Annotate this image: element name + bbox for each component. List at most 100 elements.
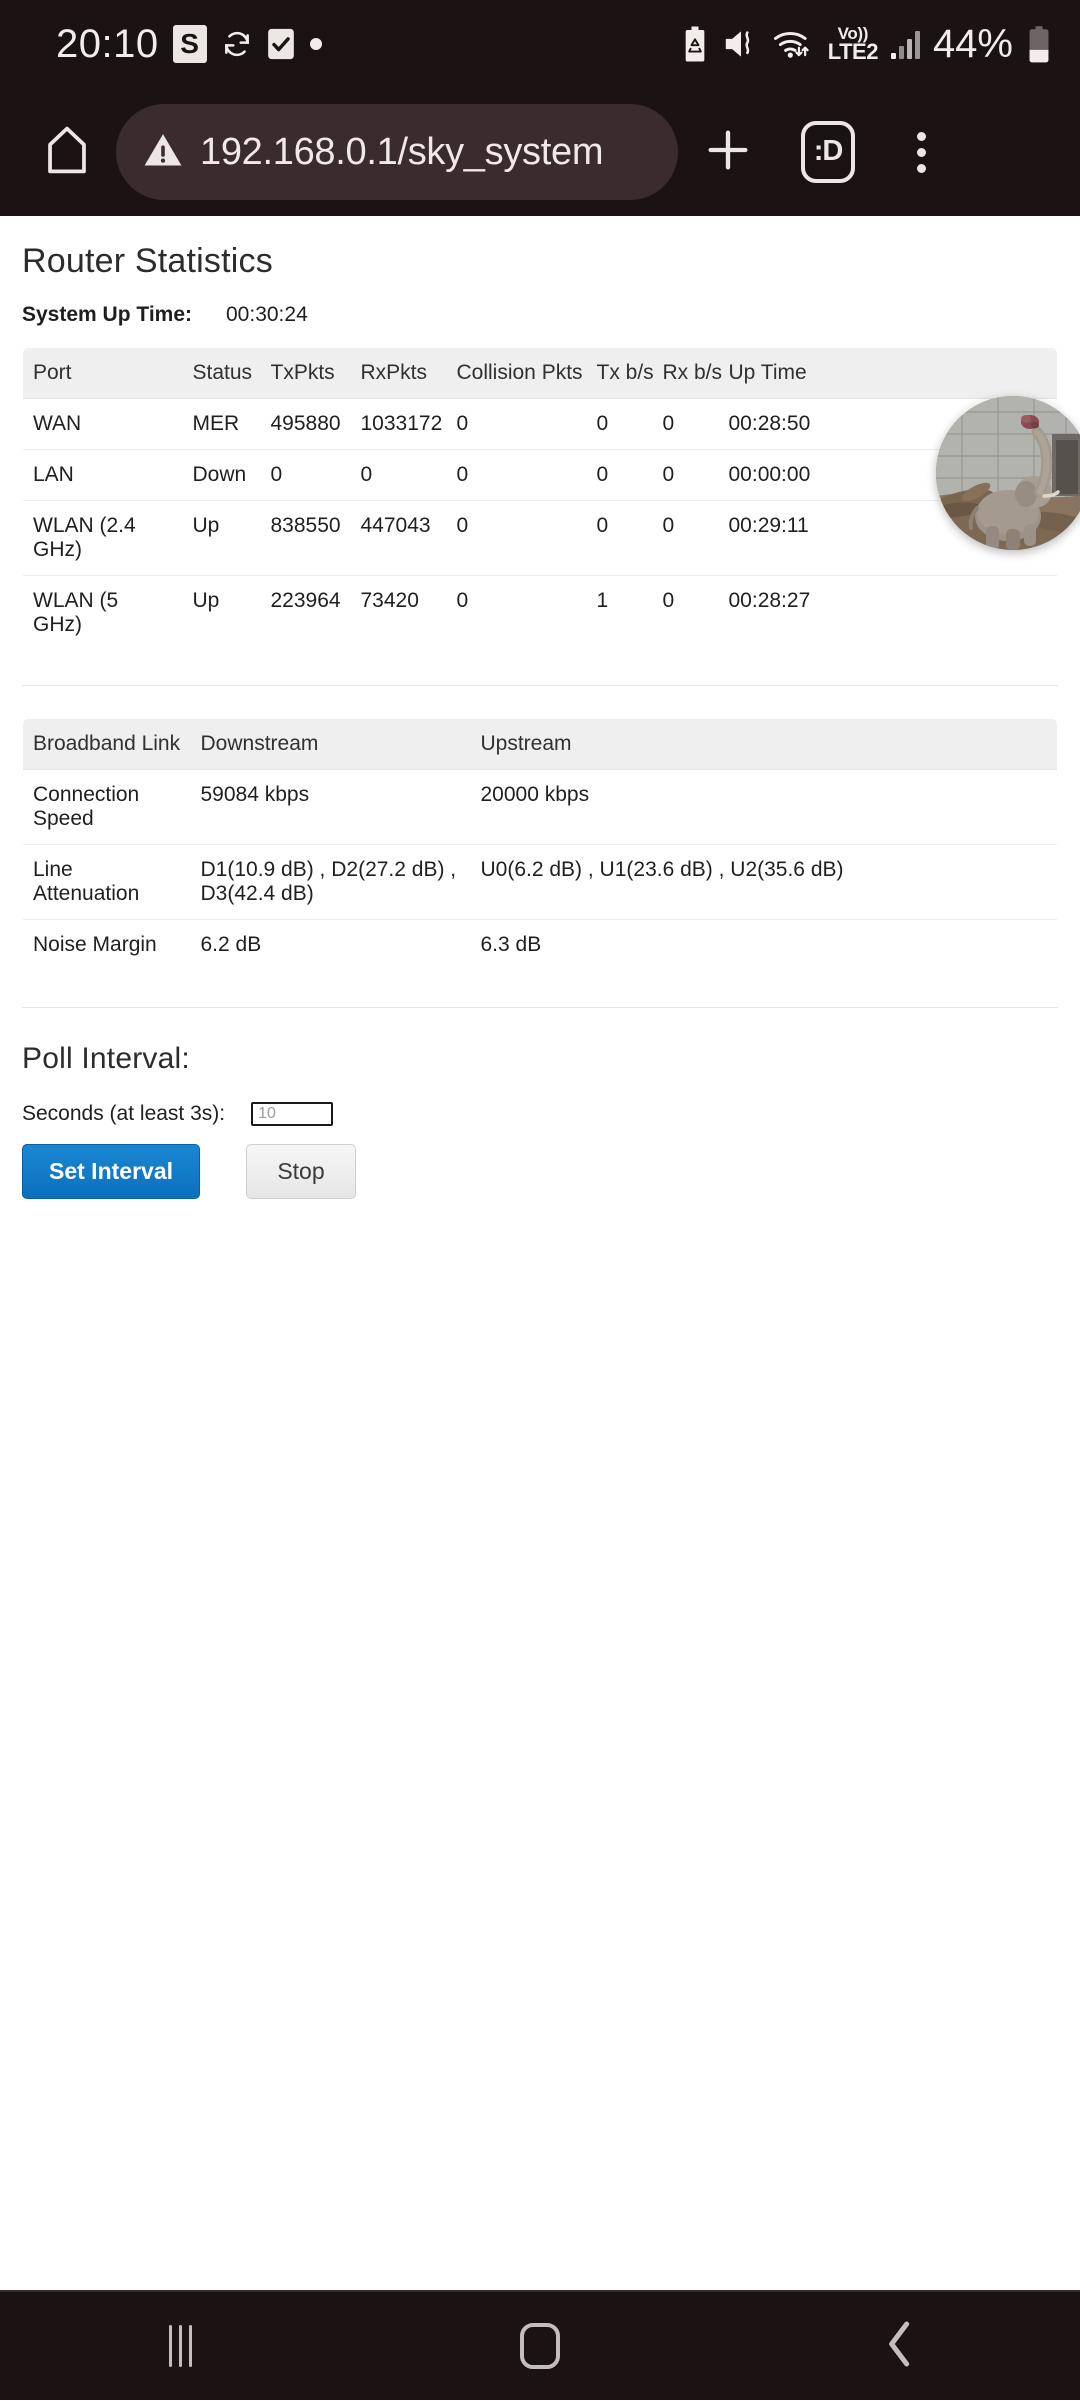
web-page-viewport: Router Statistics System Up Time: 00:30:…	[0, 216, 1080, 2290]
table-cell: 6.2 dB	[200, 933, 262, 956]
table-cell: 0	[586, 500, 653, 576]
system-uptime-value: 00:30:24	[226, 303, 308, 326]
table-row: Line Attenuation D1(10.9 dB) , D2(27.2 dB…	[23, 844, 1057, 920]
table-cell: 0	[652, 449, 719, 501]
home-icon	[43, 125, 91, 180]
table-cell: Line Attenuation	[23, 844, 191, 920]
table-cell: 6.3 dB	[480, 933, 542, 956]
new-tab-button[interactable]	[678, 109, 778, 195]
table-cell: 0	[350, 449, 447, 501]
home-square-icon	[520, 2323, 560, 2369]
battery-icon	[1026, 25, 1052, 63]
table-cell: LAN	[23, 449, 183, 501]
status-clock: 20:10	[56, 22, 159, 66]
poll-seconds-label: Seconds (at least 3s):	[22, 1102, 226, 1125]
url-bar[interactable]: 192.168.0.1/sky_system	[116, 104, 678, 200]
table-cell: 0	[652, 500, 719, 576]
table-cell: WLAN (2.4 GHz)	[23, 500, 183, 576]
table-cell: Connection Speed	[23, 769, 191, 845]
tab-count-label: :D	[801, 121, 855, 183]
page-title: Router Statistics	[22, 242, 273, 280]
more-vertical-icon	[916, 131, 926, 173]
table-cell: 0	[446, 500, 587, 576]
battery-recycle-icon	[681, 25, 709, 63]
port-statistics-table: Port Status TxPkts RxPkts Collision Pkts Tx b…	[22, 347, 1058, 651]
table-cell: 1033172	[350, 398, 447, 450]
system-uptime-label: System Up Time:	[22, 303, 192, 326]
browser-menu-button[interactable]	[878, 109, 964, 195]
table-cell: Up	[182, 500, 261, 576]
table-cell: Up	[192, 589, 220, 612]
column-header: Downstream	[190, 719, 471, 770]
poll-interval-title: Poll Interval:	[22, 1042, 190, 1075]
home-button-nav[interactable]	[360, 2291, 720, 2401]
set-interval-button[interactable]: Set Interval	[22, 1144, 200, 1199]
table-cell: 495880	[260, 398, 351, 450]
status-bar: 20:10 S Vo)) LTE2 44%	[0, 0, 1080, 88]
table-row: LAN Down 0 0 0 0 0 00:00:00	[23, 449, 1057, 501]
status-bar-right: Vo)) LTE2 44%	[681, 24, 1052, 64]
column-header: Up Time	[718, 348, 1057, 399]
column-header: TxPkts	[260, 348, 351, 399]
url-text[interactable]: 192.168.0.1/sky_system	[200, 131, 603, 174]
system-uptime-row: System Up Time: 00:30:24	[22, 303, 1058, 327]
table-cell: Down	[182, 449, 261, 501]
signal-strength-icon	[890, 29, 920, 59]
table-row: Connection Speed 59084 kbps 20000 kbps	[23, 769, 1057, 845]
home-button[interactable]	[24, 109, 110, 195]
elephant-video-thumbnail	[936, 396, 1080, 550]
wifi-transfer-icon	[773, 27, 815, 61]
table-row: WAN MER 495880 1033172 0 0 0 00:28:50	[23, 398, 1057, 450]
table-cell: 73420	[360, 589, 419, 612]
section-divider-1	[22, 685, 1058, 686]
recents-button[interactable]	[0, 2291, 360, 2401]
table-row: WLAN (2.4 GHz) Up 838550 447043 0 0 0 00:29:11	[23, 500, 1057, 576]
battery-percentage: 44%	[932, 22, 1013, 66]
mute-vibrate-icon	[722, 27, 760, 61]
table-cell: 0	[446, 449, 587, 501]
table-cell: 0	[662, 589, 675, 612]
table-cell: U0(6.2 dB) , U1(23.6 dB) , U2(35.6 dB)	[470, 844, 1057, 920]
table-cell: 838550	[260, 500, 351, 576]
table-cell: 20000 kbps	[470, 769, 1057, 845]
dot-indicator-icon	[309, 37, 323, 51]
table-cell: WLAN (5 GHz)	[33, 589, 119, 636]
samsung-badge-icon: S	[172, 25, 207, 63]
column-header: Rx b/s	[652, 348, 722, 399]
column-header: RxPkts	[350, 348, 447, 399]
table-cell: 59084 kbps	[190, 769, 471, 845]
back-button[interactable]	[720, 2291, 1080, 2401]
picture-in-picture-bubble[interactable]	[936, 396, 1080, 550]
column-header: Upstream	[470, 719, 1057, 770]
table-cell: WAN	[23, 398, 183, 450]
back-chevron-icon	[883, 2319, 917, 2374]
table-cell: 0	[586, 449, 653, 501]
table-cell: Noise Margin	[33, 933, 157, 956]
poll-interval-input[interactable]	[251, 1102, 334, 1126]
section-divider-2	[22, 1007, 1058, 1008]
column-header: Collision Pkts	[446, 348, 587, 399]
column-header: Broadband Link	[23, 719, 191, 770]
table-cell: 223964	[270, 589, 341, 612]
table-row: WLAN (5 GHz) Up 223964 73420 0 1 0 00:28:27	[23, 576, 1057, 651]
plus-icon	[702, 124, 754, 181]
status-bar-left: 20:10 S	[56, 24, 323, 64]
table-cell: 447043	[350, 500, 447, 576]
android-navigation-bar	[0, 2290, 1080, 2400]
poll-button-row: Set Interval Stop	[22, 1144, 1058, 1199]
table-cell: 0	[456, 589, 469, 612]
table-cell: 0	[652, 398, 719, 450]
browser-toolbar: 192.168.0.1/sky_system :D	[0, 88, 1080, 216]
table-cell: MER	[182, 398, 261, 450]
recents-icon	[168, 2325, 192, 2367]
warning-triangle-icon[interactable]	[142, 130, 184, 175]
volte-indicator: Vo)) LTE2	[827, 24, 879, 64]
stop-button[interactable]: Stop	[246, 1144, 356, 1199]
column-header: Port	[23, 348, 183, 399]
tab-counter-button[interactable]: :D	[778, 109, 878, 195]
table-cell: 00:28:27	[728, 589, 811, 612]
table-cell: 0	[586, 398, 653, 450]
poll-seconds-row: Seconds (at least 3s):	[22, 1102, 1058, 1126]
table-cell: 1	[596, 589, 609, 612]
table-header-row: Broadband Link Downstream Upstream	[23, 719, 1057, 770]
